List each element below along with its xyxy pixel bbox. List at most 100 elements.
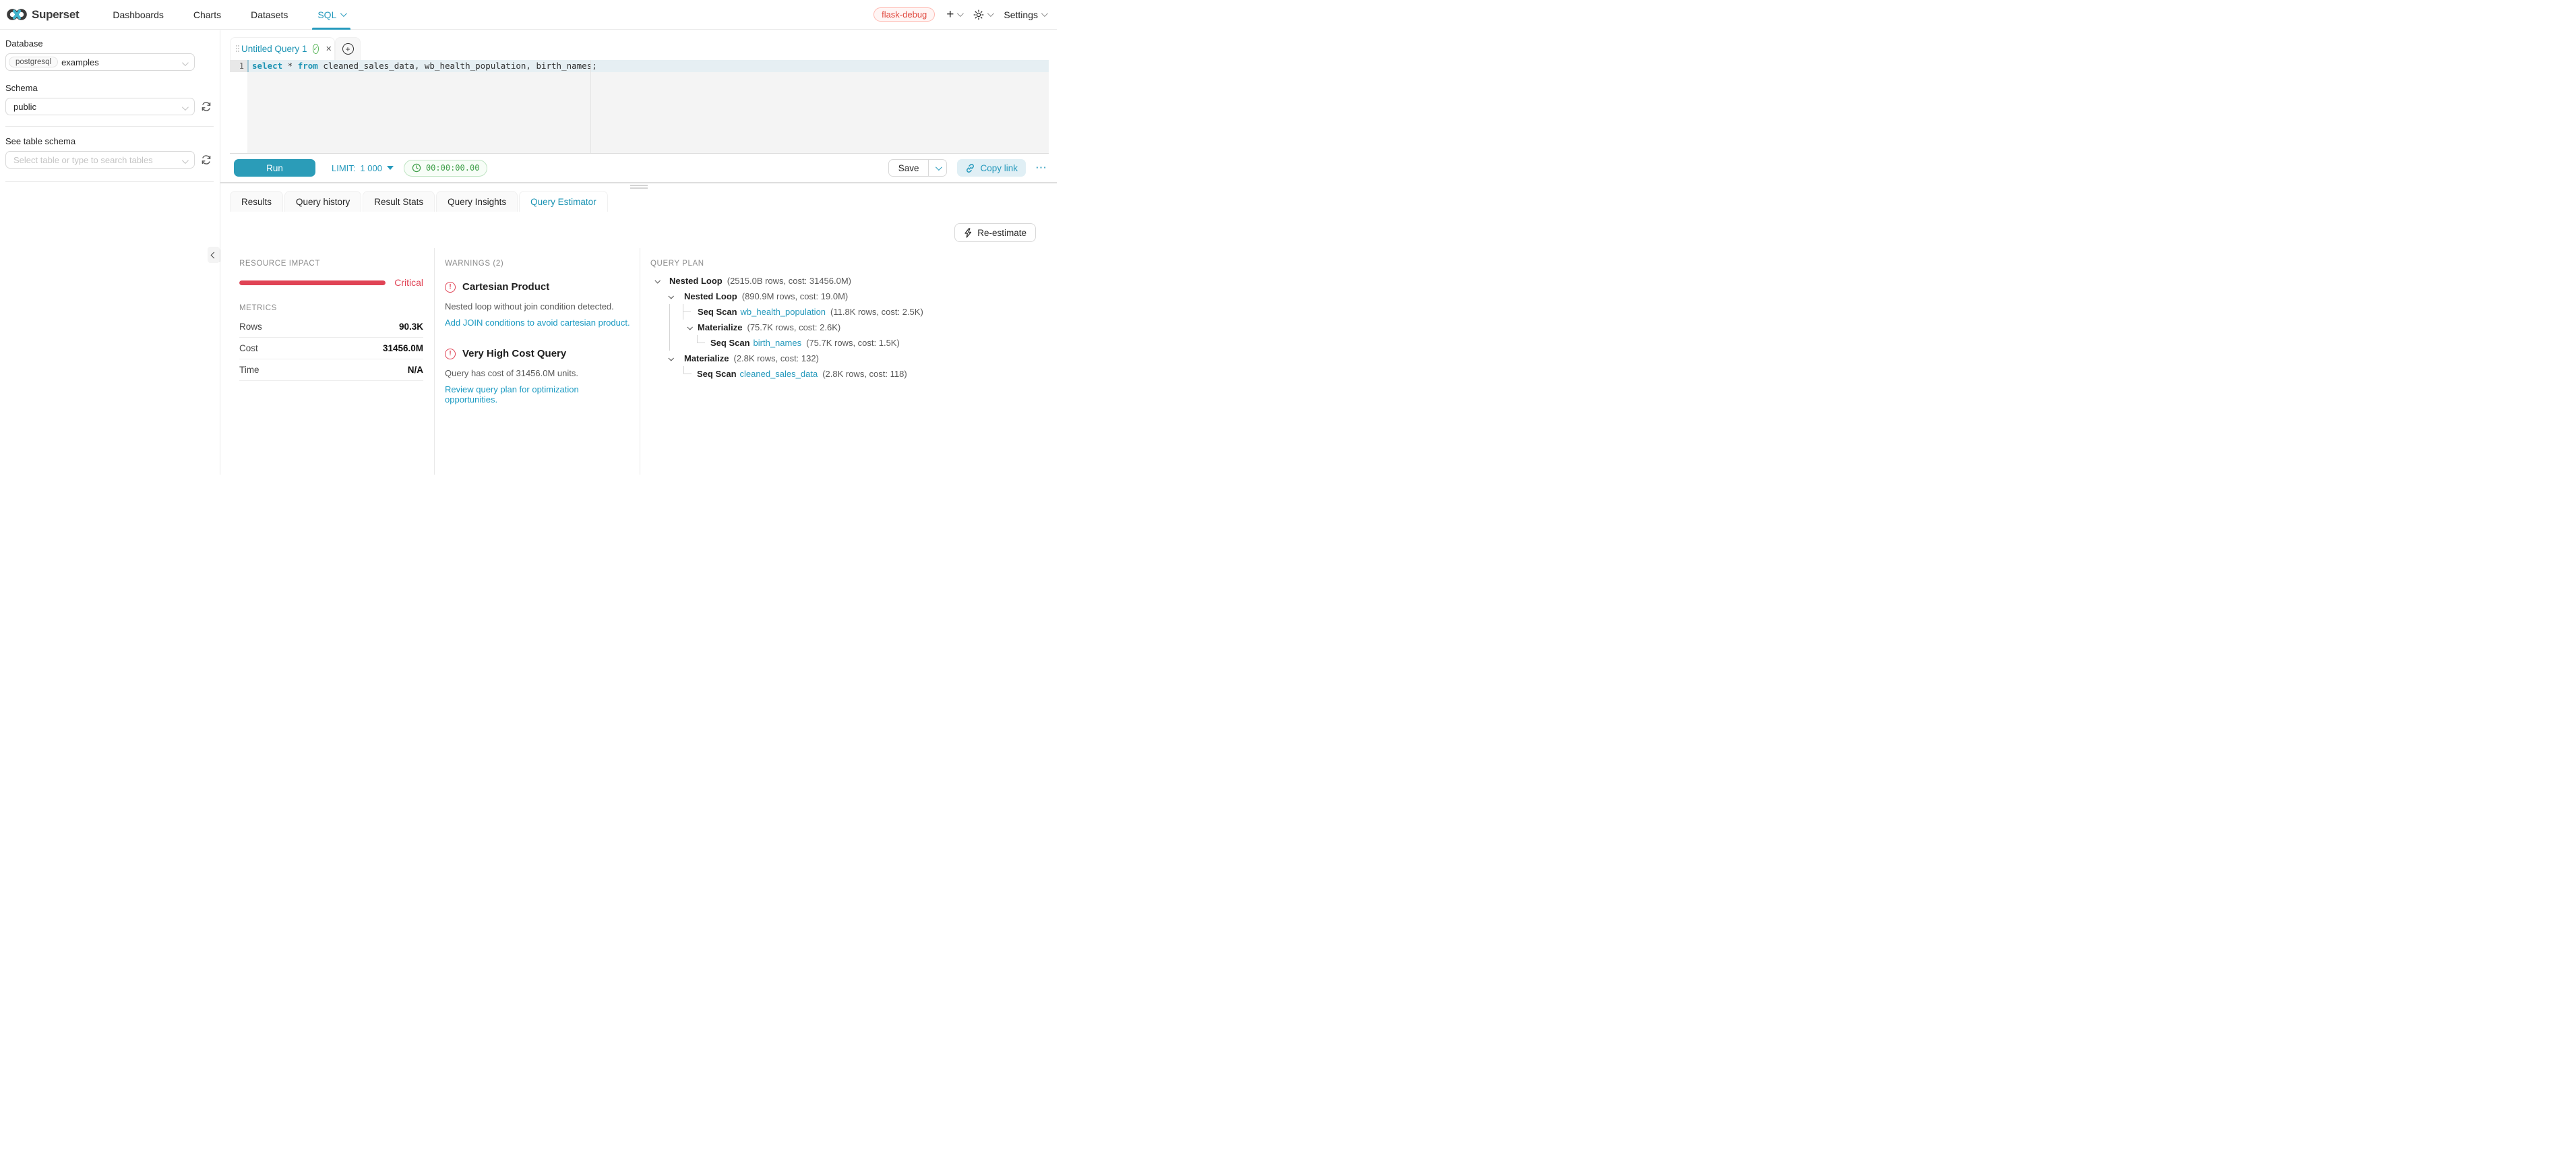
nav-charts[interactable]: Charts [179, 0, 236, 30]
print-margin-line [590, 60, 591, 153]
chevron-down-icon [1041, 10, 1048, 17]
lightning-icon [964, 228, 972, 238]
limit-value: 1 000 [360, 163, 382, 173]
sql-lab-sidebar: Database postgresql examples Schema publ… [0, 30, 220, 475]
editor-code-area[interactable]: select * from cleaned_sales_data, wb_hea… [247, 60, 1049, 153]
impact-bar-fill [239, 280, 386, 285]
superset-logo[interactable]: Superset [0, 7, 79, 22]
schema-select[interactable]: public [5, 98, 195, 115]
chevron-down-icon[interactable] [664, 289, 677, 304]
query-tab-title[interactable]: Untitled Query 1 [241, 44, 307, 54]
plan-table-link[interactable]: cleaned_sales_data [740, 369, 818, 379]
tab-query-history[interactable]: Query history [284, 191, 361, 212]
warning-item: ! Very High Cost Query Query has cost of… [445, 348, 631, 405]
chevron-down-icon [182, 157, 189, 164]
tree-elbow-connector [697, 335, 710, 351]
chevron-down-icon[interactable] [664, 351, 677, 366]
query-plan-column: QUERY PLAN Nested Loop (2515.0B rows, co… [650, 260, 1055, 382]
nav-sql[interactable]: SQL [303, 0, 360, 30]
more-actions-button[interactable]: ⋯ [1035, 161, 1047, 175]
main-nav: Dashboards Charts Datasets SQL [98, 0, 360, 30]
tab-query-insights[interactable]: Query Insights [436, 191, 518, 212]
chevron-down-icon [936, 164, 942, 171]
save-options-button[interactable] [929, 159, 947, 177]
database-select[interactable]: postgresql examples [5, 53, 195, 71]
theme-menu[interactable] [973, 9, 992, 20]
metric-row-rows: Rows 90.3K [239, 316, 423, 338]
metric-row-time: Time N/A [239, 359, 423, 381]
tree-tee-connector [683, 304, 696, 320]
caret-down-icon [387, 166, 394, 170]
resource-impact-header: RESOURCE IMPACT [239, 260, 423, 268]
sql-keyword: from [298, 61, 318, 71]
clock-icon [412, 163, 421, 173]
warning-item: ! Cartesian Product Nested loop without … [445, 281, 631, 328]
column-divider [434, 248, 435, 475]
run-button[interactable]: Run [234, 159, 315, 177]
chevron-down-icon [340, 10, 347, 17]
chevron-down-icon[interactable] [683, 320, 696, 335]
link-icon [965, 163, 975, 173]
sql-code-editor[interactable]: 1 select * from cleaned_sales_data, wb_h… [230, 60, 1049, 154]
settings-menu[interactable]: Settings [1004, 9, 1046, 20]
reestimate-button[interactable]: Re-estimate [954, 223, 1036, 242]
pane-split-handle[interactable] [630, 185, 648, 189]
tab-query-estimator[interactable]: Query Estimator [519, 191, 608, 212]
table-select[interactable]: Select table or type to search tables [5, 151, 195, 169]
warning-title: Cartesian Product [462, 281, 549, 293]
plan-table-link[interactable]: birth_names [754, 338, 802, 348]
collapse-sidebar-button[interactable] [208, 247, 220, 263]
warning-title: Very High Cost Query [462, 348, 566, 359]
query-tab-strip: Untitled Query 1 ✓ ✕ + [230, 37, 1049, 60]
save-split-button: Save [888, 159, 948, 177]
tree-line [669, 320, 683, 335]
nav-datasets[interactable]: Datasets [236, 0, 303, 30]
close-tab-icon[interactable]: ✕ [326, 44, 332, 53]
save-button[interactable]: Save [888, 159, 929, 177]
new-query-tab-button[interactable]: + [335, 37, 361, 60]
results-tab-bar: Results Query history Result Stats Query… [230, 191, 1049, 212]
table-select-placeholder: Select table or type to search tables [13, 155, 153, 165]
tree-line [669, 304, 683, 320]
line-number: 1 [230, 60, 247, 72]
plan-table-link[interactable]: wb_health_population [741, 307, 826, 317]
refresh-schema-icon[interactable] [201, 101, 212, 112]
chevron-down-icon [182, 104, 189, 111]
chevron-left-icon [210, 251, 217, 258]
database-label: Database [5, 38, 214, 49]
query-plan-header: QUERY PLAN [650, 260, 1055, 268]
warning-action-link[interactable]: Review query plan for optimization oppor… [445, 384, 631, 405]
sql-keyword: select [252, 61, 282, 71]
editor-toolbar: Run LIMIT: 1 000 00:00:00.00 Save [230, 154, 1049, 182]
tree-elbow-connector [683, 366, 697, 382]
sidebar-divider [5, 181, 214, 182]
schema-label: Schema [5, 83, 214, 93]
query-plan-tree: Nested Loop (2515.0B rows, cost: 31456.0… [650, 273, 1055, 382]
new-item-menu[interactable]: + [946, 8, 962, 21]
sun-icon [973, 9, 984, 20]
navbar-right: flask-debug + Settings [873, 7, 1057, 22]
impact-bar [239, 280, 386, 285]
table-schema-label: See table schema [5, 136, 214, 146]
brand-name: Superset [32, 8, 79, 22]
copy-link-button[interactable]: Copy link [957, 159, 1026, 177]
pane-split-divider[interactable] [220, 182, 1057, 183]
warnings-header: WARNINGS (2) [445, 260, 631, 268]
plan-node: Nested Loop (2515.0B rows, cost: 31456.0… [650, 273, 1055, 289]
metrics-header: METRICS [239, 304, 423, 312]
warnings-column: WARNINGS (2) ! Cartesian Product Nested … [445, 260, 631, 405]
query-tab[interactable]: Untitled Query 1 ✓ ✕ [230, 37, 335, 60]
tab-result-stats[interactable]: Result Stats [363, 191, 435, 212]
limit-dropdown[interactable]: LIMIT: 1 000 [332, 163, 394, 173]
warning-description: Nested loop without join condition detec… [445, 301, 631, 312]
tab-results[interactable]: Results [230, 191, 283, 212]
warning-action-link[interactable]: Add JOIN conditions to avoid cartesian p… [445, 318, 631, 328]
chevron-down-icon[interactable] [650, 273, 664, 289]
impact-level-label: Critical [394, 277, 423, 288]
nav-dashboards[interactable]: Dashboards [98, 0, 179, 30]
refresh-tables-icon[interactable] [201, 154, 212, 165]
sql-line-1: select * from cleaned_sales_data, wb_hea… [247, 60, 1049, 72]
schema-value: public [13, 102, 36, 112]
plan-node: Seq Scan cleaned_sales_data (2.8K rows, … [650, 366, 1055, 382]
editor-gutter: 1 [230, 60, 247, 153]
